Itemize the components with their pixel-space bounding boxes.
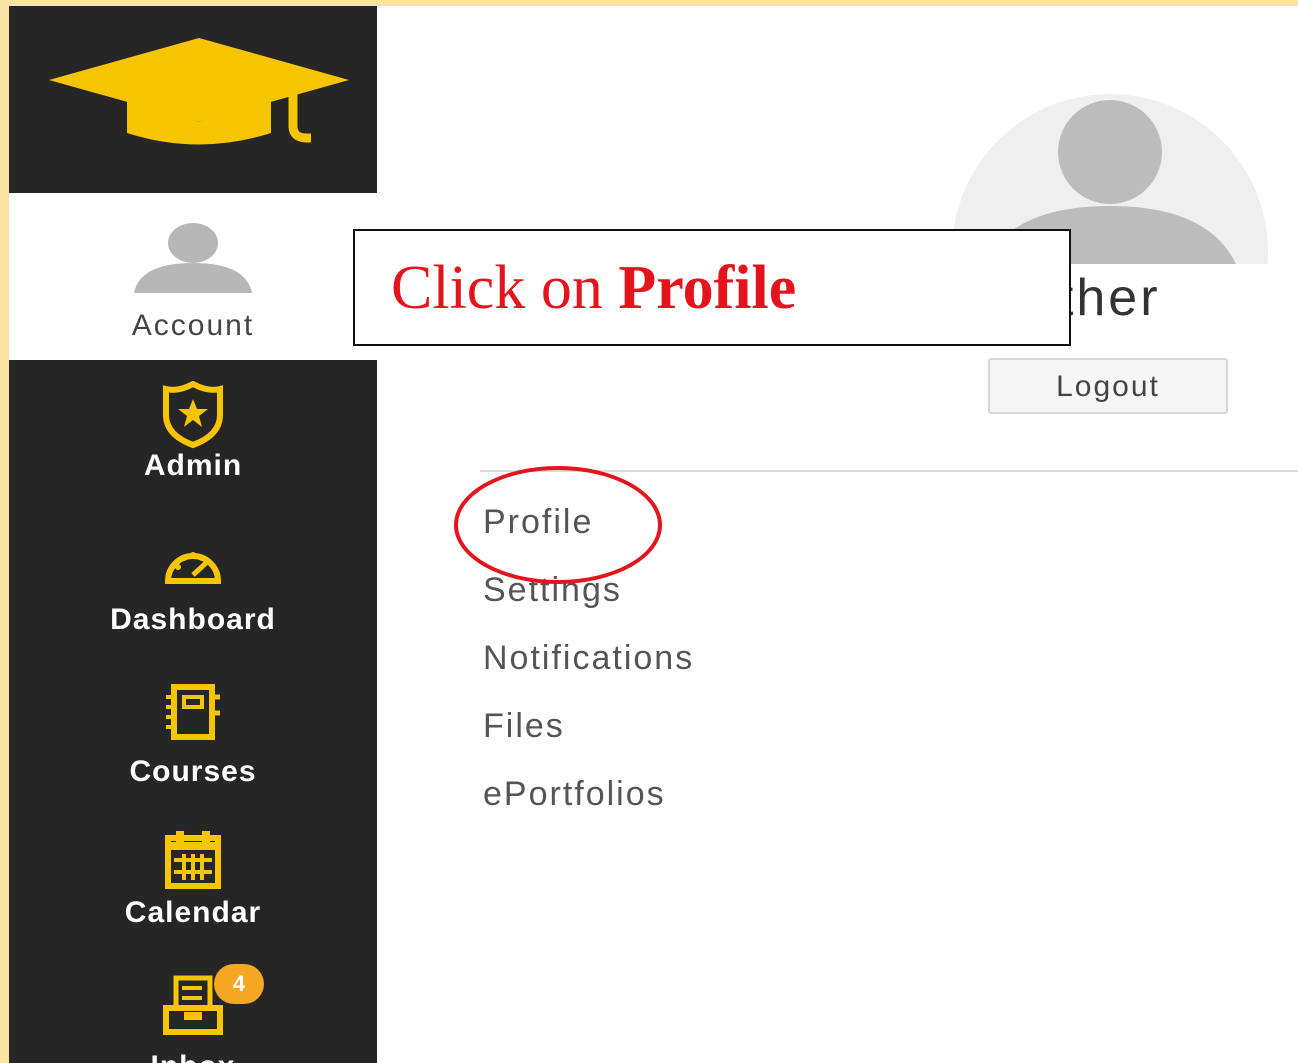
nav-item-calendar[interactable]: Calendar — [9, 828, 377, 930]
nav-item-dashboard[interactable]: Dashboard — [9, 541, 377, 637]
nav-label-dashboard: Dashboard — [110, 603, 276, 636]
nav-item-inbox[interactable]: Inbox — [9, 974, 377, 1063]
global-nav-sidebar: Account Admin Dashboard Courses Calendar… — [9, 6, 377, 1063]
menu-link-notifications[interactable]: Notifications — [483, 634, 694, 702]
speedometer-icon — [164, 552, 222, 584]
nav-label-calendar: Calendar — [124, 896, 262, 929]
notebook-icon — [166, 684, 220, 740]
nav-label-account: Account — [131, 309, 255, 342]
nav-item-courses[interactable]: Courses — [9, 683, 377, 789]
nav-item-admin[interactable]: Admin — [9, 381, 377, 483]
highlight-circle — [454, 466, 662, 584]
nav-item-account[interactable]: Account — [9, 193, 377, 360]
nav-label-admin: Admin — [143, 449, 243, 482]
instruction-text: Click on Profile — [391, 253, 796, 324]
menu-link-eportfolios[interactable]: ePortfolios — [483, 770, 694, 838]
logout-button[interactable]: Logout — [988, 358, 1228, 414]
nav-label-courses: Courses — [129, 755, 257, 788]
logo-link[interactable] — [9, 6, 377, 193]
shield-star-icon — [163, 381, 223, 449]
instruction-target: Profile — [618, 254, 797, 322]
inbox-unread-badge: 4 — [214, 964, 264, 1004]
menu-link-files[interactable]: Files — [483, 702, 694, 770]
user-icon — [134, 223, 252, 293]
calendar-icon — [165, 831, 221, 889]
graduation-cap-icon — [49, 38, 349, 145]
instruction-callout: Click on Profile — [353, 229, 1071, 346]
instruction-prefix: Click on — [391, 254, 619, 322]
nav-label-inbox: Inbox — [9, 1050, 377, 1063]
